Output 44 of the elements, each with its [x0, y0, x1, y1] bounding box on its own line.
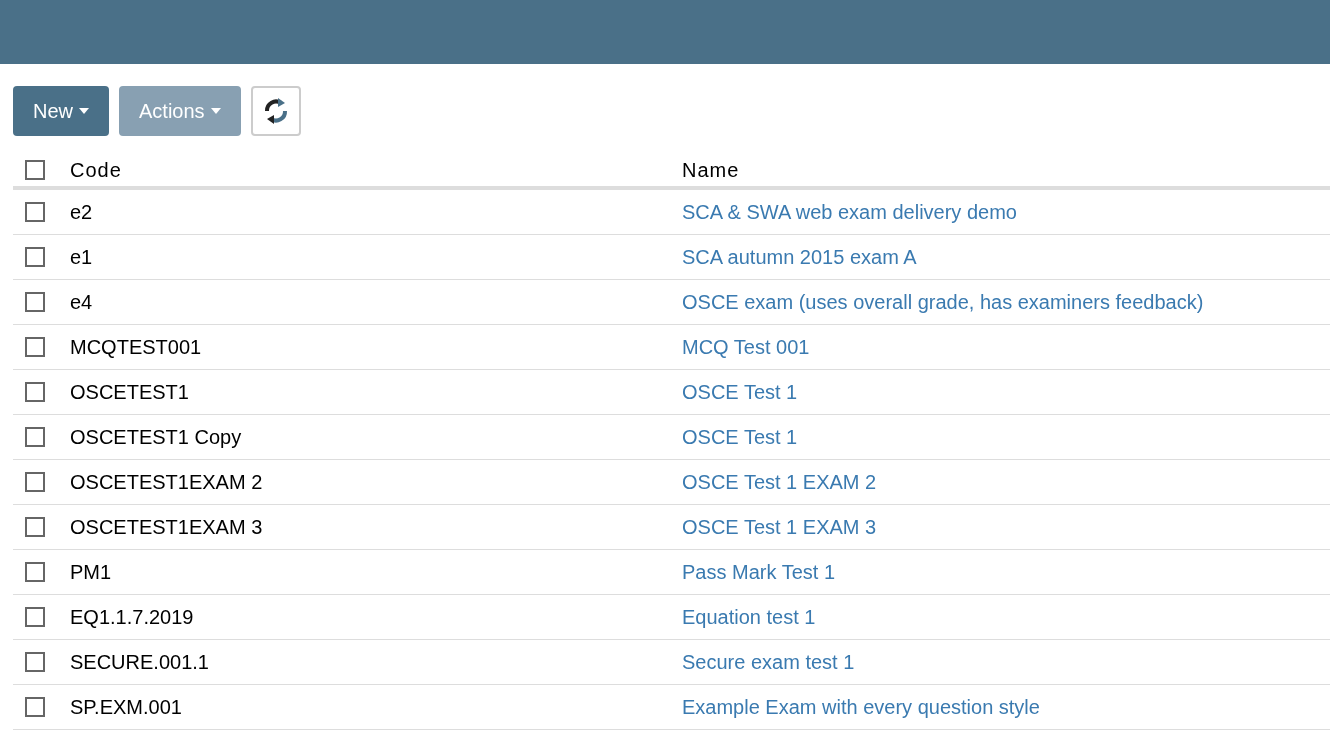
- checkbox[interactable]: [25, 427, 45, 447]
- exam-link[interactable]: OSCE exam (uses overall grade, has examiners feedback): [682, 291, 1204, 313]
- table-cell: e4: [70, 291, 93, 313]
- table-cell: SECURE.001.1: [70, 651, 209, 673]
- checkbox[interactable]: [25, 472, 45, 492]
- checkbox[interactable]: [25, 202, 45, 222]
- dropdown-button[interactable]: New: [13, 86, 109, 136]
- exam-link[interactable]: OSCE Test 1: [682, 426, 798, 448]
- refresh-icon: [262, 96, 289, 126]
- checkbox[interactable]: [25, 697, 45, 717]
- exam-link[interactable]: Equation test 1: [682, 606, 816, 628]
- table-cell: OSCETEST1EXAM 3: [70, 516, 263, 538]
- exam-link[interactable]: SCA & SWA web exam delivery demo: [682, 201, 1017, 223]
- checkbox[interactable]: [25, 652, 45, 672]
- exam-link[interactable]: Secure exam test 1: [682, 651, 855, 673]
- checkbox[interactable]: [25, 517, 45, 537]
- column-header: Code: [70, 159, 122, 181]
- exam-link[interactable]: OSCE Test 1 EXAM 2: [682, 471, 877, 493]
- column-header: Name: [682, 159, 740, 181]
- table-cell: e2: [70, 201, 93, 223]
- checkbox[interactable]: [25, 607, 45, 627]
- table-cell: SP.EXM.001: [70, 696, 182, 718]
- checkbox[interactable]: [25, 247, 45, 267]
- table-cell: OSCETEST1EXAM 2: [70, 471, 263, 493]
- checkbox[interactable]: [25, 562, 45, 582]
- checkbox[interactable]: [25, 292, 45, 312]
- exam-link[interactable]: Pass Mark Test 1: [682, 561, 836, 583]
- caret-icon: [210, 108, 221, 114]
- exam-link[interactable]: SCA autumn 2015 exam A: [682, 246, 917, 268]
- table-cell: OSCETEST1: [70, 381, 189, 403]
- caret-icon: [79, 108, 89, 114]
- checkbox[interactable]: [25, 160, 45, 180]
- exam-link[interactable]: OSCE Test 1 EXAM 3: [682, 516, 877, 538]
- refresh-button[interactable]: [250, 86, 301, 136]
- table-cell: e1: [70, 246, 93, 268]
- exam-link[interactable]: Example Exam with every question style: [682, 696, 1040, 718]
- table-cell: PM1: [70, 561, 112, 583]
- table-cell: MCQTEST001: [70, 336, 202, 358]
- checkbox[interactable]: [25, 337, 45, 357]
- table-cell: OSCETEST1 Copy: [70, 426, 242, 448]
- exam-link[interactable]: OSCE Test 1: [682, 381, 798, 403]
- table-cell: EQ1.1.7.2019: [70, 606, 194, 628]
- checkbox[interactable]: [25, 382, 45, 402]
- exam-link[interactable]: MCQ Test 001: [682, 336, 810, 358]
